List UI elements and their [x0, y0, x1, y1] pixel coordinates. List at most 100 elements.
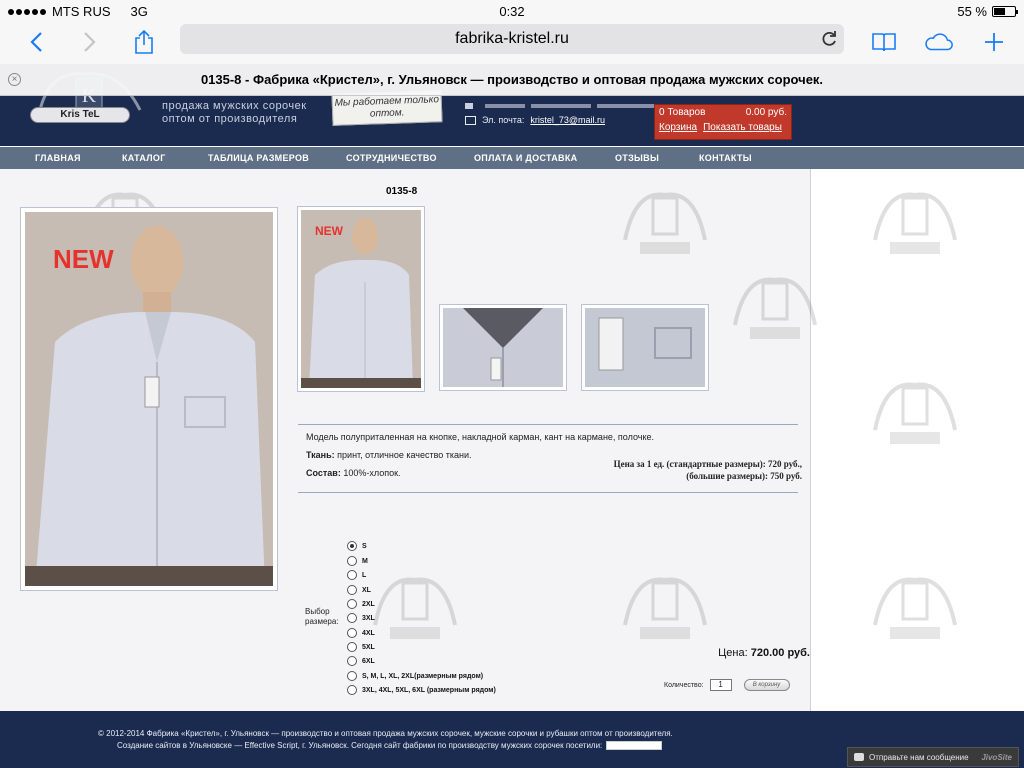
envelope-icon: [465, 115, 476, 125]
page-title-bar: × 0135-8 - Фабрика «Кристел», г. Ульянов…: [0, 64, 1024, 96]
radio-icon[interactable]: [347, 613, 357, 623]
composition-label: Состав:: [306, 468, 341, 478]
back-icon[interactable]: [20, 26, 52, 58]
tagline-line-2: оптом от производителя: [162, 113, 298, 125]
thumbnail-3[interactable]: [581, 304, 709, 391]
email-link[interactable]: kristel_73@mail.ru: [530, 115, 605, 125]
size-option-label: L: [362, 571, 367, 579]
chat-brand: JivoSite: [981, 752, 1012, 762]
visitor-counter[interactable]: [606, 741, 663, 750]
thumbnail-1[interactable]: NEW: [297, 206, 425, 392]
radio-icon[interactable]: [347, 628, 357, 638]
nav-item-catalog[interactable]: КАТАЛОГ: [122, 153, 166, 163]
radio-icon[interactable]: [347, 656, 357, 666]
quantity-row: Количество: 1 В корзину: [664, 679, 790, 691]
quantity-label: Количество:: [664, 681, 704, 689]
email-label: Эл. почта:: [482, 115, 525, 125]
radio-icon[interactable]: [347, 556, 357, 566]
chat-widget[interactable]: Отправьте нам сообщение JivoSite: [847, 747, 1019, 767]
size-option-s[interactable]: S: [347, 541, 367, 551]
nav-item-size-table[interactable]: ТАБЛИЦА РАЗМЕРОВ: [208, 153, 309, 163]
status-bar: MTS RUS 3G 0:32 55 %: [0, 0, 1024, 22]
thumbnail-photo: [585, 308, 705, 387]
size-option-label: S: [362, 542, 367, 550]
divider: [298, 492, 798, 493]
size-option-6xl[interactable]: 6XL: [347, 656, 375, 666]
size-option-label: 3XL: [362, 614, 375, 622]
size-option-range-large[interactable]: 3XL, 4XL, 5XL, 6XL (размерным рядом): [347, 685, 496, 695]
radio-icon[interactable]: [347, 541, 357, 551]
bookmarks-icon[interactable]: [868, 26, 900, 58]
shirt-photo: NEW: [25, 212, 273, 586]
price-line-large: (большие размеры): 750 руб.: [686, 471, 802, 481]
forward-icon[interactable]: [74, 26, 106, 58]
radio-icon[interactable]: [347, 599, 357, 609]
thumbnail-2[interactable]: [439, 304, 567, 391]
watermark-logo-icon: [873, 577, 957, 639]
thumbnail-photo: [443, 308, 563, 387]
new-badge: NEW: [315, 224, 343, 238]
watermark-logo-icon: [873, 382, 957, 444]
main-product-image[interactable]: NEW: [20, 207, 278, 591]
composition-info: Состав: 100%-хлопок.: [306, 468, 401, 478]
size-option-2xl[interactable]: 2XL: [347, 599, 375, 609]
radio-icon[interactable]: [347, 685, 357, 695]
price-info: Цена за 1 ед. (стандартные размеры): 720…: [614, 459, 802, 481]
fabric-info: Ткань: принт, отличное качество ткани.: [306, 450, 472, 460]
add-to-cart-button[interactable]: В корзину: [743, 679, 790, 691]
show-items-link[interactable]: Показать товары: [703, 122, 782, 133]
nav-item-payment[interactable]: ОПЛАТА И ДОСТАВКА: [474, 153, 577, 163]
nav-item-contacts[interactable]: КОНТАКТЫ: [699, 153, 752, 163]
radio-icon[interactable]: [347, 642, 357, 652]
page-title: 0135-8 - Фабрика «Кристел», г. Ульяновск…: [200, 72, 824, 87]
size-option-xl[interactable]: XL: [347, 585, 371, 595]
watermark-logo-icon: [623, 577, 707, 639]
nav-item-home[interactable]: ГЛАВНАЯ: [35, 153, 81, 163]
share-icon[interactable]: [128, 26, 160, 58]
final-price: Цена: 720.00 руб.: [718, 647, 810, 659]
icloud-tabs-icon[interactable]: [922, 26, 954, 58]
radio-icon[interactable]: [347, 585, 357, 595]
fabric-value: принт, отличное качество ткани.: [337, 450, 472, 460]
size-option-label: 6XL: [362, 657, 375, 665]
footer-credits-text: Создание сайтов в Ульяновске — Effective…: [117, 741, 603, 750]
collar-closeup-icon: [443, 308, 563, 387]
radio-icon[interactable]: [347, 671, 357, 681]
url-text: fabrika-kristel.ru: [455, 30, 569, 47]
mini-cart: 0 Товаров 0.00 руб. Корзина Показать тов…: [654, 104, 792, 140]
fabric-label: Ткань:: [306, 450, 335, 460]
site-tagline: продажа мужских сорочек оптом от произво…: [162, 100, 307, 126]
watermark-logo-icon: [373, 577, 457, 639]
product-code: 0135-8: [386, 186, 418, 197]
pocket-closeup-icon: [585, 308, 705, 387]
size-option-label: 4XL: [362, 629, 375, 637]
size-option-l[interactable]: L: [347, 570, 366, 580]
cart-link[interactable]: Корзина: [659, 122, 697, 133]
footer-credits: Создание сайтов в Ульяновске — Effective…: [117, 741, 663, 750]
watermark-logo-icon: [733, 277, 817, 339]
email-row: Эл. почта: kristel_73@mail.ru: [465, 115, 605, 125]
reload-icon[interactable]: [820, 30, 838, 48]
battery-percent: 55 %: [957, 4, 987, 19]
nav-item-cooperation[interactable]: СОТРУДНИЧЕСТВО: [346, 153, 437, 163]
new-tab-icon[interactable]: [978, 26, 1010, 58]
size-option-label: 3XL, 4XL, 5XL, 6XL (размерным рядом): [362, 686, 496, 694]
cart-count: 0 Товаров: [659, 107, 706, 118]
size-option-m[interactable]: M: [347, 556, 368, 566]
size-option-label: 2XL: [362, 600, 375, 608]
price-value: 720.00 руб.: [750, 647, 810, 659]
nav-item-reviews[interactable]: ОТЗЫВЫ: [615, 153, 659, 163]
size-option-3xl[interactable]: 3XL: [347, 613, 375, 623]
address-bar[interactable]: fabrika-kristel.ru: [180, 24, 844, 54]
radio-icon[interactable]: [347, 570, 357, 580]
phone-row: [465, 96, 665, 109]
size-label-line-1: Выбор: [305, 607, 330, 616]
quantity-input[interactable]: 1: [709, 679, 732, 691]
size-option-range-standard[interactable]: S, M, L, XL, 2XL(размерным рядом): [347, 671, 483, 681]
size-option-label: S, M, L, XL, 2XL(размерным рядом): [362, 672, 484, 680]
watermark-logo-icon: [623, 192, 707, 254]
size-option-5xl[interactable]: 5XL: [347, 642, 375, 652]
size-option-4xl[interactable]: 4XL: [347, 628, 375, 638]
main-nav: ГЛАВНАЯ КАТАЛОГ ТАБЛИЦА РАЗМЕРОВ СОТРУДН…: [0, 147, 1024, 169]
logo-ribbon[interactable]: Kris TeL: [30, 107, 130, 123]
